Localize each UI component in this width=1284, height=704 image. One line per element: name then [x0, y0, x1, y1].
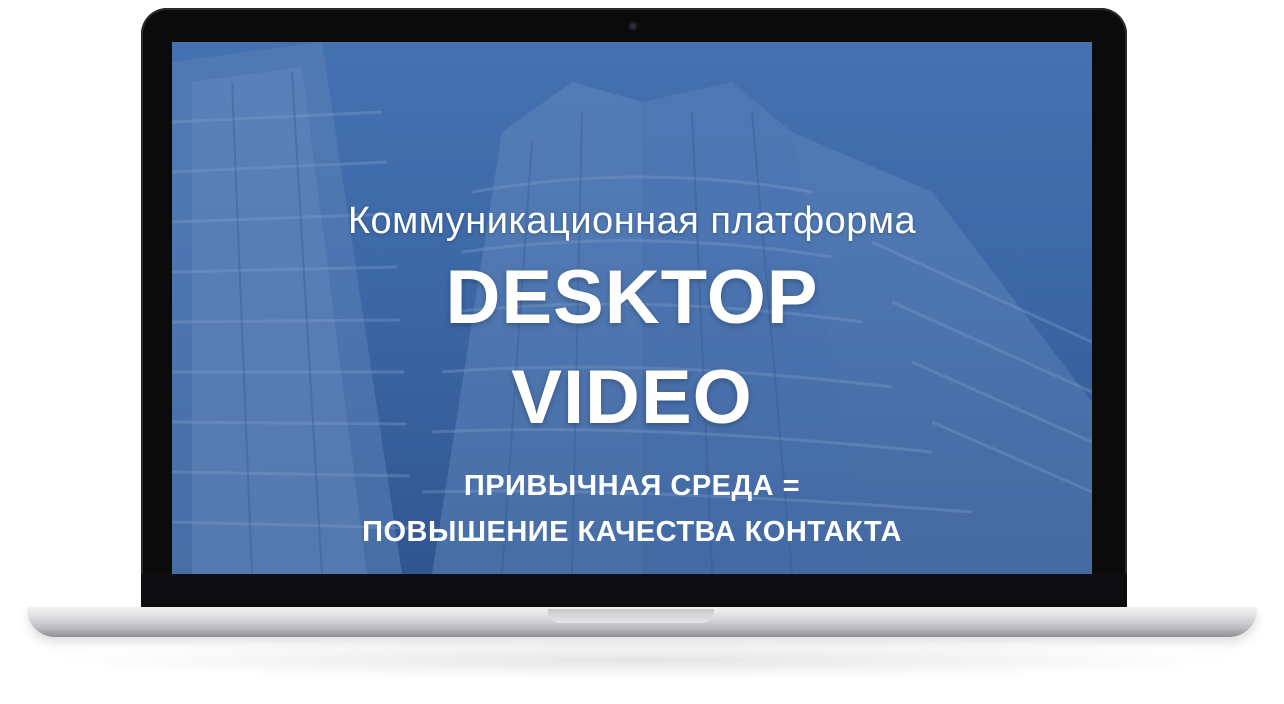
- hero-text-block: Коммуникационная платформа DESKTOP VIDEO…: [172, 42, 1092, 574]
- laptop-screen: Коммуникационная платформа DESKTOP VIDEO…: [172, 42, 1092, 574]
- tagline-line-2: ПОВЫШЕНИЕ КАЧЕСТВА КОНТАКТА: [362, 516, 902, 548]
- screen-bottom-bezel: [141, 574, 1127, 610]
- product-title-line-2: VIDEO: [511, 355, 753, 440]
- laptop-shadow: [40, 640, 1244, 680]
- camera-icon: [628, 21, 638, 31]
- laptop-opening-notch: [548, 609, 714, 623]
- tagline-line-1: ПРИВЫЧНАЯ СРЕДА =: [463, 470, 801, 502]
- platform-subtitle: Коммуникационная платформа: [347, 200, 917, 242]
- product-title-line-1: DESKTOP: [445, 255, 819, 340]
